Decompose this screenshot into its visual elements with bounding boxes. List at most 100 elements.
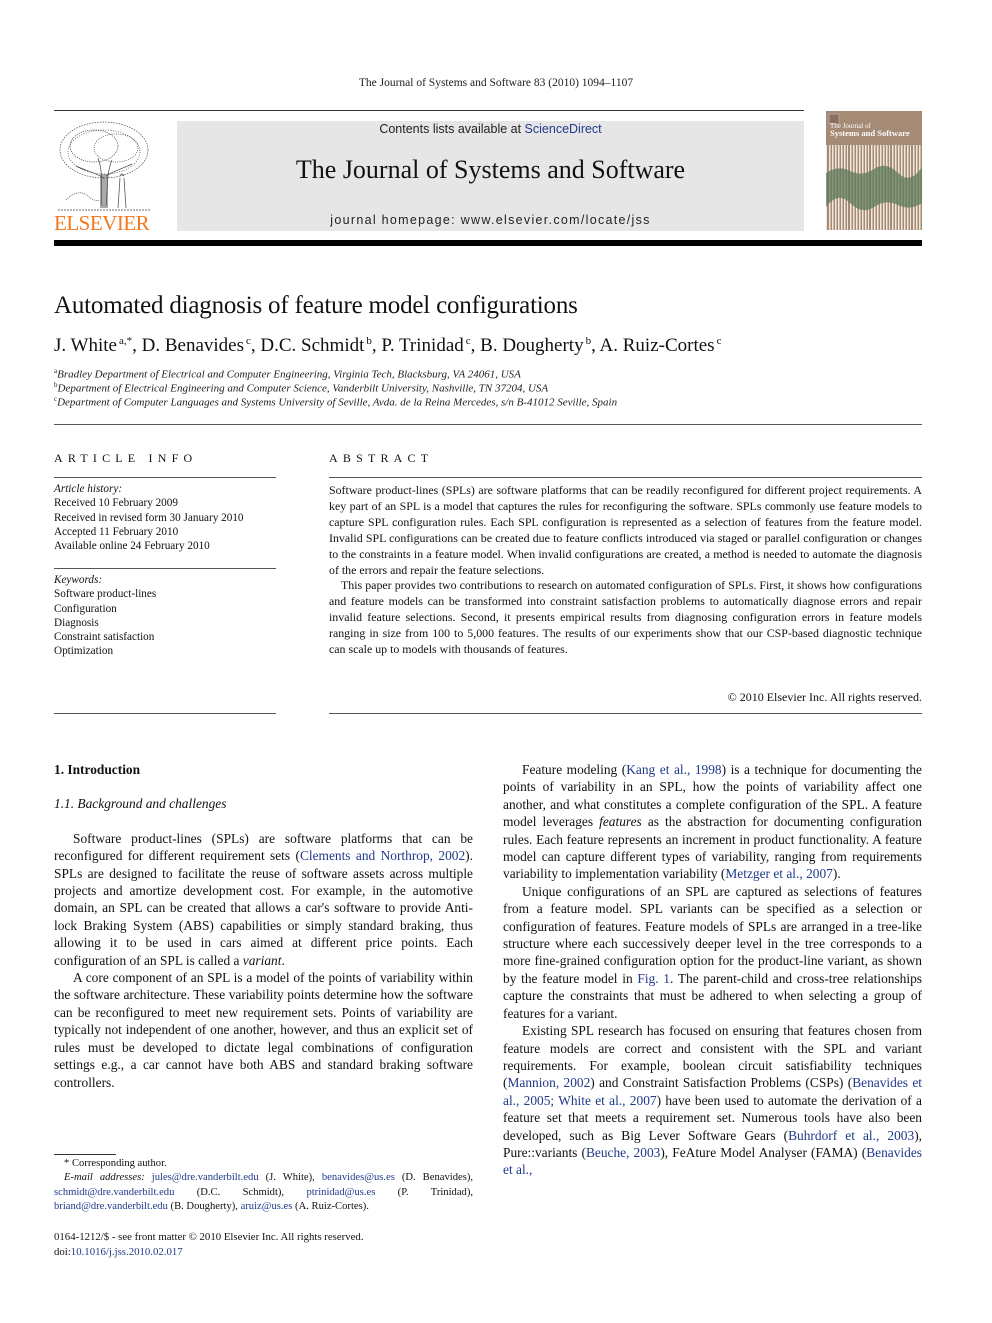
email-link[interactable]: ptrinidad@us.es [306,1187,375,1198]
author-name: B. Dougherty b [480,335,592,356]
author-list: J. White a,*, D. Benavides c, D.C. Schmidt… [54,335,722,356]
elsevier-wordmark[interactable]: ELSEVIER [54,211,158,236]
doi-line: doi:10.1016/j.jss.2010.02.017 [54,1245,473,1260]
top-rule [54,110,804,111]
contents-available-line: Contents lists available at ScienceDirec… [177,122,804,136]
affiliation-b: bDepartment of Electrical Engineering an… [54,381,548,395]
section-heading-introduction: 1. Introduction [54,762,141,777]
footnotes: * Corresponding author. E-mail addresses… [54,1157,473,1214]
email-owner: (D.C. Schmidt), [174,1186,307,1198]
journal-name: The Journal of Systems and Software [295,155,686,184]
author-affiliation-mark[interactable]: c [246,335,251,347]
citation-link[interactable]: Beuche, 2003 [586,1145,660,1160]
author-affiliation-mark[interactable]: c [466,335,471,347]
author-name: J. White a,* [54,335,133,356]
text-run: ). [832,866,841,882]
email-owner: (J. White), [258,1172,322,1184]
figure-link[interactable]: Fig. 1 [637,971,670,986]
subsection-heading-background: 1.1. Background and challenges [54,796,227,812]
author-name: P. Trinidad c [381,335,471,356]
keyword-item: Diagnosis [54,616,99,629]
abstract-rule [329,477,922,478]
keyword-item: Configuration [54,602,117,615]
doi-label: doi: [54,1245,71,1258]
article-history-label: Article history: [54,483,123,495]
affiliation-text: Department of Electrical Engineering and… [57,382,549,395]
text-run: ), FeAture Model Analyser (FAMA) ( [660,1144,867,1160]
footnote-rule [54,1154,116,1155]
history-list: Received 10 February 2009 Received in rev… [54,496,276,553]
citation-link[interactable]: Kang et al., 1998 [626,762,721,777]
email-link[interactable]: schmidt@dre.vanderbilt.edu [54,1187,174,1198]
text-run: Feature modeling ( [522,762,627,777]
author-name: D. Benavides c [141,335,251,356]
cover-title: The Journal of Systems and Software [830,123,910,138]
keywords-label: Keywords: [54,574,103,586]
citation-link[interactable]: Clements and Northrop, 2002 [300,848,465,863]
article-history: Article history: Received 10 February 20… [54,482,276,553]
article-info-bottom-rule [54,713,276,714]
keyword-item: Software product-lines [54,588,157,601]
author-name: A. Ruiz-Cortes c [599,335,722,356]
sciencedirect-link[interactable]: ScienceDirect [525,122,602,136]
emphasis-text: variant [242,952,282,968]
body-paragraph: Existing SPL research has focused on ens… [503,1022,922,1179]
citation-link[interactable]: Buhrdorf et al., 2003 [788,1128,914,1143]
citation-link[interactable]: Metzger et al., 2007 [725,866,832,881]
email-owner: (D. Benavides), [394,1172,473,1184]
body-paragraph: Unique configurations of an SPL are capt… [503,883,922,1022]
abstract-copyright: © 2010 Elsevier Inc. All rights reserved… [727,690,922,704]
homepage-prefix: journal homepage: [330,213,461,227]
body-paragraph: A core component of an SPL is a model of… [54,970,473,1090]
affiliation-c: cDepartment of Computer Languages and Sy… [54,395,617,409]
article-title: Automated diagnosis of feature model con… [54,292,578,319]
front-matter: 0164-1212/$ - see front matter © 2010 El… [54,1230,473,1259]
keyword-item: Optimization [54,645,114,658]
email-owner: (A. Ruiz-Cortes). [292,1200,369,1212]
citation-link[interactable]: Mannion, 2002 [507,1075,590,1090]
affiliation-text: Department of Computer Languages and Sys… [57,396,618,409]
text-run: ) and Constraint Satisfaction Problems (… [590,1075,853,1091]
affiliation-a: aBradley Department of Electrical and Co… [54,367,521,381]
history-item: Accepted 11 February 2010 [54,525,179,538]
body-column-right: Feature modeling (Kang et al., 1998) is … [503,761,922,1179]
homepage-url-link[interactable]: www.elsevier.com/locate/jss [461,213,651,227]
emphasis-text: features [599,814,642,830]
author-affiliation-mark[interactable]: b [366,335,372,347]
email-addresses: E-mail addresses: jules@dre.vanderbilt.e… [54,1171,473,1214]
journal-cover-thumbnail[interactable]: The Journal of Systems and Software [826,111,922,230]
keyword-list: Software product-lines Configuration Diagn… [54,587,276,658]
keywords-rule [54,568,276,569]
article-info-rule [54,477,276,478]
author-affiliation-mark[interactable]: a,* [119,335,132,347]
affiliation-divider [54,424,922,425]
running-head: The Journal of Systems and Software 83 (… [358,77,634,89]
abstract-heading: ABSTRACT [329,451,434,465]
email-link[interactable]: jules@dre.vanderbilt.edu [152,1172,259,1183]
keywords-block: Keywords: Software product-lines Configur… [54,573,276,659]
cover-title-line2: Systems and Software [830,128,910,138]
keyword-item: Constraint satisfaction [54,631,155,644]
email-owner: (B. Dougherty), [167,1200,241,1212]
history-item: Available online 24 February 2010 [54,540,210,553]
author-affiliation-mark[interactable]: b [586,335,592,347]
issn-line: 0164-1212/$ - see front matter © 2010 El… [54,1231,364,1243]
author-name: D.C. Schmidt b [260,335,372,356]
body-column-left: 1. Introduction 1.1. Background and chal… [54,761,473,1091]
abstract-paragraph: Software product-lines (SPLs) are softwa… [329,483,922,577]
email-label: E-mail addresses: [64,1172,145,1184]
text-run: . [281,952,285,968]
doi-link[interactable]: 10.1016/j.jss.2010.02.017 [71,1246,183,1258]
affiliation-text: Bradley Department of Electrical and Com… [57,368,521,381]
abstract-body: Software product-lines (SPLs) are softwa… [329,483,922,658]
history-item: Received 10 February 2009 [54,497,178,510]
email-link[interactable]: aruiz@us.es [241,1201,293,1212]
email-link[interactable]: briand@dre.vanderbilt.edu [54,1201,168,1212]
abstract-bottom-rule [329,713,922,714]
corresponding-author-note: * Corresponding author. [64,1158,167,1169]
text-run: ). SPLs are designed to facilitate the r… [54,848,473,968]
email-link[interactable]: benavides@us.es [322,1172,395,1183]
author-affiliation-mark[interactable]: c [717,335,722,347]
body-paragraph: Software product-lines (SPLs) are softwa… [54,830,473,969]
journal-homepage-line: journal homepage: www.elsevier.com/locat… [177,213,804,227]
